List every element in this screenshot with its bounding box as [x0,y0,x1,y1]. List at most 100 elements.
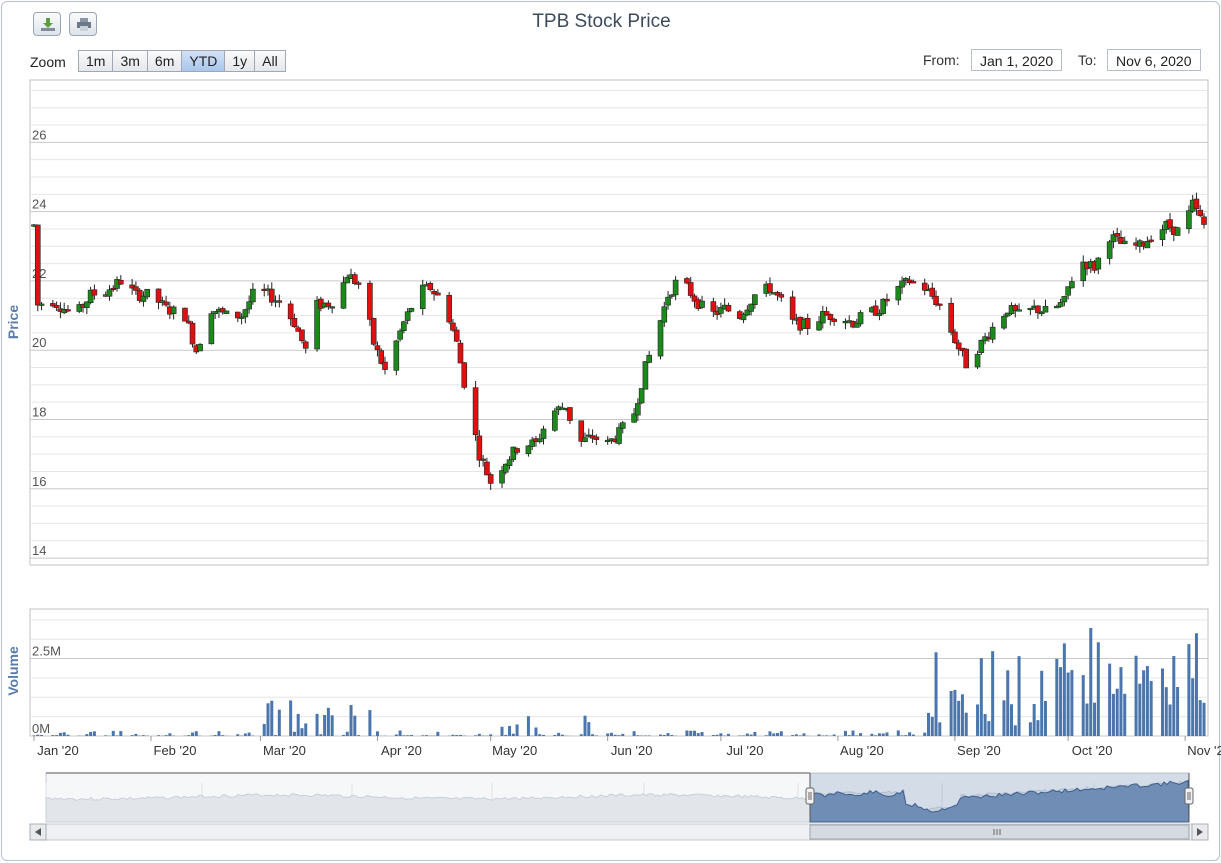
navigator-handle-left[interactable] [805,787,815,805]
candle-down [329,306,335,309]
volume-bar [696,733,700,736]
volume-bar [670,735,674,736]
candle-down [1114,233,1120,237]
candle-down [435,292,441,296]
volume-bar [115,735,119,736]
volume-bar [930,716,934,736]
volume-bar [36,734,40,736]
candle-up [619,422,626,429]
volume-bar [489,734,493,736]
candle-up [1159,229,1166,241]
volume-tick-label: 2.5M [32,644,61,659]
candle-up [525,445,532,455]
volume-bar [1123,693,1127,736]
volume-bar [326,707,330,736]
volume-bar [213,735,217,736]
volume-bar [1085,703,1089,736]
volume-bar [296,713,300,736]
volume-bar [957,700,961,736]
volume-bar [825,735,829,736]
candle-down [804,317,811,329]
candle-down [831,318,837,322]
volume-bar [768,731,772,736]
volume-bar [908,732,912,736]
candle-down [514,448,520,453]
candle-down [287,303,294,320]
volume-bar [560,734,564,736]
volume-bar [745,733,749,736]
candle-up [635,403,641,416]
volume-bar [1119,667,1123,736]
candle-down [453,329,460,342]
volume-bar [949,690,953,736]
x-tick-label: Jan '20 [37,743,79,758]
volume-bar [436,731,440,736]
price-axis-label: Price [5,305,21,339]
volume-bar [300,728,304,736]
volume-bar [606,733,610,736]
volume-bar [764,735,768,736]
volume-bar [926,712,930,736]
volume-bar [111,730,115,736]
price-tick-label: 26 [32,127,46,142]
candle-up [1144,240,1151,249]
volume-bar [58,732,62,736]
candle-down [378,350,385,364]
candle-down [133,286,139,291]
candle-up [401,321,407,331]
candle-up [699,300,705,308]
volume-bar [802,733,806,736]
candle-down [933,295,939,305]
volume-bar [749,734,753,736]
volume-bar [877,733,881,736]
volume-bar [776,732,780,736]
volume-bar [1032,704,1036,736]
candle-down [484,461,490,476]
candle-up [419,284,426,310]
volume-bar [398,730,402,736]
volume-bar [1040,670,1044,736]
volume-bar [406,735,410,736]
volume-bar [353,715,357,736]
volume-bar [885,732,889,736]
x-tick-label: Aug '20 [840,743,884,758]
volume-bar [1055,658,1059,736]
candle-up [1061,296,1068,303]
volume-bar [236,734,240,736]
volume-bar [534,727,538,736]
volume-bar [1202,702,1206,736]
navigator[interactable]: May '18Sep '18Jan '19May '19Sep '19Jan '… [29,772,1209,841]
candle-down [767,283,773,293]
volume-bar [1108,663,1112,736]
candle-up [616,427,622,444]
volume-bar [130,735,134,736]
volume-bar [753,731,757,736]
volume-bar [964,712,968,736]
volume-bar [659,734,663,736]
volume-bar [194,731,198,736]
candle-down [593,436,600,440]
candle-down [446,294,452,323]
volume-bar [134,733,138,736]
candle-up [340,282,347,309]
volume-bar [843,730,847,736]
volume-bar [976,704,980,736]
candle-up [1174,227,1181,236]
candle-down [1035,305,1041,314]
candle-up [661,306,668,323]
candle-up [246,301,252,310]
candle-up [857,312,864,325]
candle-up [408,308,415,312]
candle-up [208,313,215,345]
navigator-handle-right[interactable] [1184,787,1194,805]
candle-up [197,343,203,352]
candle-down [299,329,305,342]
volume-bar [621,733,625,736]
volume-bar [870,733,874,736]
volume-bar [1096,642,1100,736]
candle-down [948,302,954,333]
candle-down [710,301,717,312]
candle-up [144,288,151,298]
candle-down [268,288,275,303]
candle-down [427,282,434,291]
